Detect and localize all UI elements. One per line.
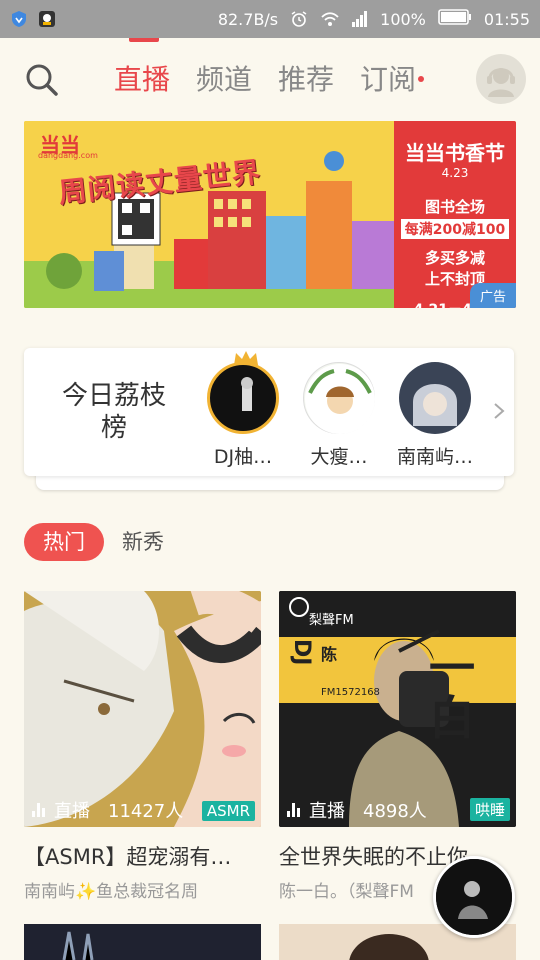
- listener-count: 11427人: [108, 801, 184, 822]
- top-navigation: 直播 频道 推荐 订阅: [0, 38, 540, 122]
- litchi-rank-card[interactable]: 今日荔枝榜 DJ柚… 大瘦… 南南屿…: [24, 348, 514, 476]
- promo-event-date: 4.23: [441, 166, 469, 180]
- live-room-card[interactable]: 梨聲FM DJ 陈 一白 FM1572168 直播 4898人 哄睡 全世界失眠…: [279, 591, 516, 902]
- rank-title: 今日荔枝榜: [61, 381, 166, 443]
- live-bars-icon: [32, 803, 48, 817]
- banner-promo-panel: 当当书香节 4.23 图书全场 每满200减100 多买多减 上不封顶 4.21…: [394, 121, 516, 308]
- card-thumbnail: [24, 924, 261, 960]
- promo-event-name: 当当书香节: [405, 141, 505, 165]
- live-indicator: 直播 11427人: [32, 797, 183, 823]
- category-tag: ASMR: [201, 801, 255, 821]
- net-speed: 82.7B/s: [217, 9, 279, 29]
- live-label: 直播: [54, 801, 90, 822]
- alarm-icon: [290, 10, 308, 28]
- overlay-fm-id: FM1572168: [321, 687, 380, 698]
- overlay-brand: 梨聲FM: [309, 613, 354, 628]
- card-thumbnail: 梨聲FM DJ 陈 一白 FM1572168 直播 4898人 哄睡: [279, 591, 516, 827]
- filter-new[interactable]: 新秀: [122, 523, 164, 561]
- active-tab-indicator: [129, 38, 159, 42]
- profile-avatar-button[interactable]: [476, 54, 526, 104]
- avatar: [399, 362, 471, 434]
- live-room-card[interactable]: 直播 11427人 ASMR 【ASMR】超宠溺有… 南南屿✨鱼总裁冠名周: [24, 591, 261, 902]
- category-tag: 哄睡: [469, 798, 510, 821]
- overlay-big-name: 一白: [429, 641, 475, 745]
- overlay-name: 陈: [321, 645, 338, 664]
- battery-percent: 100%: [380, 9, 426, 29]
- card-host: 南南屿✨鱼总裁冠名周: [24, 882, 199, 902]
- unread-dot: [418, 76, 425, 82]
- clock: 01:55: [483, 9, 530, 29]
- promo-discount: 每满200减100: [400, 219, 510, 239]
- status-bar: 82.7B/s 100% 01:55: [0, 0, 540, 38]
- dangdang-logo-sub: dangdang.com: [38, 151, 98, 160]
- live-room-card[interactable]: [24, 924, 261, 960]
- search-icon[interactable]: [24, 62, 60, 98]
- now-playing-artwork: [436, 859, 512, 935]
- rank-user-name: DJ柚…: [213, 446, 273, 468]
- floating-player-button[interactable]: [433, 856, 515, 938]
- listener-count: 4898人: [363, 801, 427, 822]
- live-label: 直播: [309, 801, 345, 822]
- promo-more: 多买多减: [424, 249, 485, 267]
- battery-icon: [438, 9, 472, 29]
- promo-scope: 图书全场: [424, 198, 485, 216]
- card-thumbnail: 直播 11427人 ASMR: [24, 591, 261, 827]
- crown-icon: [234, 351, 258, 365]
- overlay-dj: DJ: [289, 639, 314, 666]
- live-bars-icon: [287, 803, 303, 817]
- vpn-shield-icon: [10, 10, 28, 28]
- filter-hot[interactable]: 热门: [24, 523, 104, 561]
- tab-live[interactable]: 直播: [114, 60, 170, 100]
- ad-label: 广告: [469, 283, 516, 308]
- signal-icon: [350, 10, 368, 28]
- rank-user-1[interactable]: DJ柚…: [198, 351, 288, 469]
- avatar: [207, 351, 279, 434]
- rank-user-name: 南南屿…: [396, 446, 473, 468]
- user-headphones-icon: [487, 68, 515, 97]
- notification-app-icon: [38, 10, 56, 28]
- rank-user-name: 大瘦…: [310, 446, 368, 468]
- rank-user-3[interactable]: 南南屿…: [390, 362, 480, 469]
- avatar: [303, 362, 375, 434]
- chevron-right-icon[interactable]: [492, 402, 506, 420]
- main-tabs: 直播 频道 推荐 订阅: [114, 60, 425, 100]
- tab-subscriptions[interactable]: 订阅: [360, 60, 425, 100]
- rank-user-2[interactable]: 大瘦…: [294, 362, 384, 469]
- card-title: 【ASMR】超宠溺有…: [24, 845, 232, 869]
- ad-banner[interactable]: 当当 dangdang.com 周阅读丈量世界 当当书香节 4.23 图书全场 …: [24, 121, 516, 308]
- wifi-icon: [320, 10, 339, 28]
- live-indicator: 直播 4898人: [287, 797, 427, 823]
- tab-recommend[interactable]: 推荐: [278, 60, 334, 100]
- tab-channels[interactable]: 频道: [196, 60, 252, 100]
